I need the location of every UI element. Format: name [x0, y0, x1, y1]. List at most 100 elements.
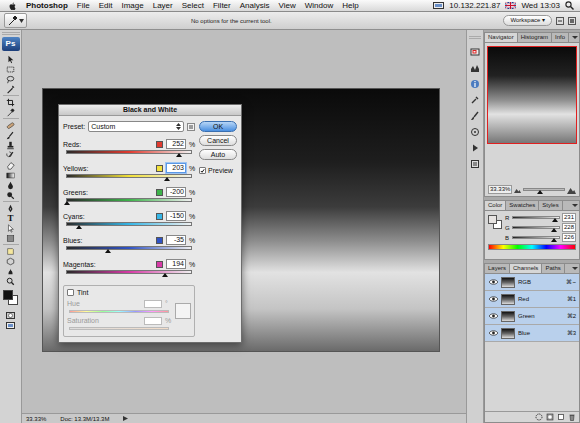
3d-rotate-icon[interactable]	[6, 257, 15, 266]
tools-icon[interactable]	[470, 95, 480, 105]
blur-icon[interactable]	[6, 181, 15, 190]
eyedropper-tool[interactable]	[3, 107, 19, 117]
panel-tab[interactable]: Layers	[485, 264, 510, 273]
path-selection-tool[interactable]	[3, 223, 19, 233]
quick-mask-icon[interactable]	[6, 311, 15, 320]
shape-icon[interactable]	[6, 234, 15, 243]
tint-label[interactable]: Tint	[77, 288, 88, 297]
panel-tab[interactable]: Styles	[539, 201, 562, 210]
menu-item[interactable]: View	[279, 1, 296, 11]
channel-slider-thumb[interactable]	[105, 249, 111, 253]
workspace-button[interactable]: Workspace ▾	[503, 15, 552, 26]
eye-icon[interactable]	[489, 296, 498, 302]
channel-slider-thumb[interactable]	[176, 153, 182, 157]
move-icon[interactable]	[6, 55, 15, 64]
hue-field[interactable]	[144, 300, 162, 308]
channel-row[interactable]: Blue⌘3	[485, 325, 579, 342]
dialog-title[interactable]: Black and White	[59, 105, 241, 116]
channel-slider[interactable]	[66, 270, 192, 274]
zoom-in-icon[interactable]	[567, 186, 576, 194]
gradient-tool[interactable]	[3, 170, 19, 180]
display-icon[interactable]	[433, 2, 444, 10]
zoom-out-icon[interactable]	[514, 187, 521, 193]
panel-menu-icon[interactable]	[571, 201, 579, 210]
visibility-toggle[interactable]	[488, 311, 498, 321]
menu-item[interactable]: Window	[305, 1, 333, 11]
quick-mask-button[interactable]	[3, 310, 19, 320]
history-brush-icon[interactable]	[6, 151, 15, 160]
channel-slider[interactable]	[66, 174, 192, 178]
color-chips[interactable]	[488, 215, 502, 229]
eye-icon[interactable]	[489, 313, 498, 319]
new-channel-icon[interactable]	[557, 413, 565, 421]
type-tool[interactable]: T	[3, 213, 19, 223]
navigator-zoom-slider[interactable]	[523, 188, 565, 191]
crop-icon[interactable]	[6, 98, 15, 107]
color-chips[interactable]	[3, 290, 19, 306]
channel-slider-thumb[interactable]	[164, 177, 170, 181]
channel-row[interactable]: Green⌘2	[485, 308, 579, 325]
preview-option[interactable]: Preview	[199, 166, 237, 175]
history-icon[interactable]	[470, 159, 480, 169]
menu-item[interactable]: Help	[342, 1, 358, 11]
marquee-icon[interactable]	[6, 65, 15, 74]
uk-flag-icon[interactable]	[505, 2, 516, 9]
color-channel-slider-thumb[interactable]	[551, 238, 557, 242]
status-menu-icon[interactable]	[123, 416, 128, 421]
strip-grip[interactable]	[469, 36, 481, 39]
pen-icon[interactable]	[6, 204, 15, 213]
zoom-icon[interactable]	[6, 277, 15, 286]
channel-slider-thumb[interactable]	[76, 225, 82, 229]
blur-tool[interactable]	[3, 180, 19, 190]
path-selection-icon[interactable]	[6, 224, 15, 233]
color-channel-slider[interactable]	[512, 216, 560, 219]
delete-channel-icon[interactable]	[568, 413, 576, 421]
tint-checkbox[interactable]	[67, 289, 74, 296]
photoshop-logo[interactable]: Ps	[2, 37, 20, 51]
toolbox-grip[interactable]	[2, 32, 20, 35]
channel-slider[interactable]	[66, 222, 192, 226]
channel-row[interactable]: RGB⌘~	[485, 274, 579, 291]
shape-tool[interactable]	[3, 233, 19, 243]
navigator-zoom-field[interactable]: 33.33%	[488, 185, 512, 194]
panel-tab[interactable]: Navigator	[485, 33, 518, 42]
clock[interactable]: Wed 13:03	[521, 1, 560, 11]
healing-brush-icon[interactable]	[6, 121, 15, 130]
brush-tool[interactable]	[3, 130, 19, 140]
panel-tab[interactable]: Channels	[510, 264, 542, 273]
channel-slider[interactable]	[66, 246, 192, 250]
eye-icon[interactable]	[489, 330, 498, 336]
dodge-icon[interactable]	[6, 191, 15, 200]
channel-value-field[interactable]: 203	[166, 163, 186, 173]
clone-stamp-icon[interactable]	[6, 141, 15, 150]
app-menu[interactable]: Photoshop	[26, 1, 68, 11]
hand-tool[interactable]	[3, 266, 19, 276]
marquee-tool[interactable]	[3, 64, 19, 74]
color-channel-slider-thumb[interactable]	[552, 218, 558, 222]
screen-mode-button[interactable]	[3, 320, 19, 330]
menu-item[interactable]: Layer	[153, 1, 173, 11]
navigator-thumbnail[interactable]	[487, 46, 577, 144]
move-tool[interactable]	[3, 54, 19, 64]
panel-toggle-icon[interactable]	[556, 17, 564, 25]
tint-color-swatch[interactable]	[175, 303, 191, 319]
panel-tab[interactable]: Color	[485, 201, 506, 210]
type-tool-icon[interactable]: T	[7, 213, 13, 223]
foreground-swatch[interactable]	[488, 215, 497, 224]
ok-button[interactable]: OK	[199, 121, 237, 132]
panel-tab[interactable]: Swatches	[506, 201, 539, 210]
color-channel-field[interactable]: 228	[562, 223, 576, 232]
eraser-tool[interactable]	[3, 160, 19, 170]
tool-preset-picker[interactable]	[4, 13, 27, 28]
menu-item[interactable]: Select	[182, 1, 204, 11]
zoom-level[interactable]: 33.33%	[26, 415, 46, 423]
channel-value-field[interactable]: -150	[166, 211, 186, 221]
lasso-icon[interactable]	[6, 75, 15, 84]
panel-menu-icon[interactable]	[571, 264, 579, 273]
channel-slider[interactable]	[66, 150, 192, 154]
channel-value-field[interactable]: 252	[166, 139, 186, 149]
channel-slider[interactable]	[66, 198, 192, 202]
panel-tab[interactable]: Paths	[542, 264, 564, 273]
eraser-icon[interactable]	[6, 161, 15, 170]
lasso-tool[interactable]	[3, 74, 19, 84]
